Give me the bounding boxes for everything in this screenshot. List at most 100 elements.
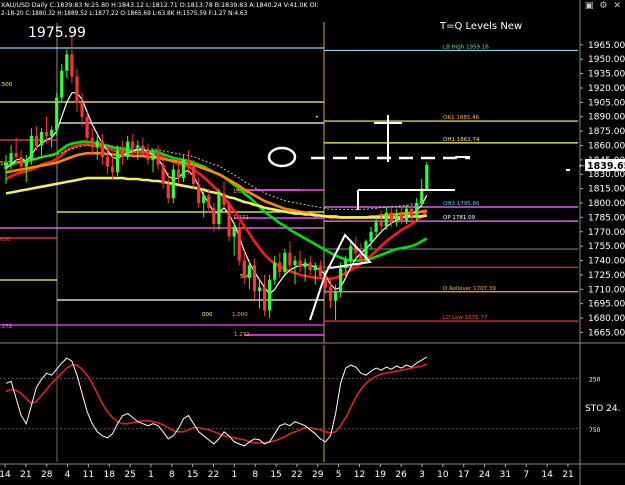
candle-body (186, 159, 191, 167)
candle-body (404, 208, 409, 221)
x-tick-label: 18 (104, 470, 116, 480)
candle-body (379, 222, 383, 227)
candle-body (19, 156, 23, 167)
level-label: OH1 1862.74 (443, 137, 480, 143)
candle-body (90, 137, 94, 148)
y-tick-label: 1905.00 (588, 98, 625, 108)
x-tick-label: 4 (65, 470, 71, 480)
candle-body (55, 97, 59, 131)
x-tick-label: 21 (562, 470, 573, 480)
candle-body (339, 268, 343, 292)
x-tick-label: 8 (252, 470, 258, 480)
candle-body (39, 132, 44, 146)
y-tick-label: 1920.00 (588, 84, 625, 94)
x-tick-label: 8 (169, 470, 175, 480)
candle-body (328, 287, 333, 301)
x-tick-label: 12 (354, 470, 365, 480)
x-tick-label: 22 (291, 470, 302, 480)
y-tick-label: 1665.00 (588, 328, 625, 338)
osc-level-label: 750 (589, 427, 601, 434)
candle-body (288, 252, 292, 266)
x-tick-label: 1 (231, 470, 237, 480)
candle-body (161, 164, 165, 184)
candle-body (308, 262, 312, 271)
y-tick-label: 1740.00 (588, 257, 625, 267)
candle-body (156, 153, 160, 165)
candle-body (384, 212, 388, 227)
current-price-label: 1839.65 (587, 161, 625, 172)
x-tick-label: 17 (458, 470, 469, 480)
window-icon[interactable]: ▣ (585, 1, 594, 11)
candle-body (318, 265, 322, 276)
candle-body (75, 76, 79, 103)
candle-body (24, 159, 28, 167)
candle-body (262, 287, 267, 311)
x-tick-label: 29 (312, 470, 324, 480)
level-label: OP 1781.09 (443, 215, 476, 221)
x-tick-label: 28 (41, 470, 53, 480)
level-label: OH3 1795.86 (443, 201, 480, 207)
y-tick-label: 1725.00 (588, 271, 625, 281)
fib-label: 1.000 (232, 312, 248, 318)
candle-body (95, 140, 99, 148)
y-tick-label: 1680.00 (588, 314, 625, 324)
price-chart: LB High 1959.16 OR1 1885.46 OH1 1862.74 OH3… (0, 0, 625, 485)
x-tick-label: 26 (395, 470, 407, 480)
chart-title: T=Q Levels New (439, 21, 522, 32)
candle-body (298, 260, 302, 268)
osc-level-label: 250 (589, 376, 601, 383)
candle-body (212, 207, 216, 225)
x-tick-label: 15 (187, 470, 198, 480)
x-tick-label: 24 (479, 470, 491, 480)
candle-body (151, 153, 155, 160)
candle-body (9, 153, 13, 163)
x-tick-label: 19 (375, 470, 387, 480)
candle-body (166, 183, 170, 199)
candle-body (273, 262, 277, 280)
level-label: OR1 1885.46 (443, 115, 480, 121)
level-label: LD Low 1676.77 (443, 315, 488, 321)
settings-icon[interactable]: ⚙ (599, 1, 607, 11)
candle-body (222, 193, 226, 205)
candle-body (44, 132, 49, 136)
candle-body (181, 159, 186, 179)
candle-body (278, 262, 282, 273)
candle-body (141, 145, 145, 151)
osc-value-label: STO 24. (585, 404, 620, 414)
x-tick-label: 21 (20, 470, 31, 480)
y-tick-label: 1815.00 (588, 185, 625, 195)
candle-body (126, 141, 130, 157)
candle-body (389, 212, 393, 223)
candle-body (333, 291, 338, 301)
y-tick-label: 1785.00 (588, 213, 625, 223)
candle-body (232, 226, 236, 237)
candle-body (207, 195, 211, 208)
candle-body (115, 150, 120, 173)
candle-body (242, 260, 246, 278)
candle-body (80, 102, 84, 117)
candle-body (191, 166, 196, 184)
y-tick-label: 1950.00 (588, 55, 625, 65)
candle-body (303, 262, 307, 268)
candle-body (237, 226, 241, 261)
candle-body (29, 135, 33, 160)
y-tick-label: 1710.00 (588, 285, 625, 295)
x-tick-label: 15 (270, 470, 281, 480)
x-tick-label: 5 (336, 470, 342, 480)
candle-body (268, 279, 272, 311)
fib-label: 000 (0, 237, 11, 243)
fib-label: 1.272 (234, 332, 250, 338)
candle-body (410, 208, 414, 217)
candle-body (313, 265, 317, 271)
candle-body (227, 204, 231, 237)
x-tick-label: 10 (437, 470, 449, 480)
y-tick-label: 1965.00 (588, 41, 625, 51)
candle-body (14, 153, 18, 157)
candle-body (349, 246, 353, 261)
x-tick-label: 14 (0, 470, 11, 480)
close-icon[interactable]: ✕ (613, 1, 621, 11)
candle-body (257, 287, 262, 292)
x-tick-label: 3 (419, 470, 425, 480)
candle-body (425, 164, 429, 190)
y-tick-label: 1755.00 (588, 242, 625, 252)
